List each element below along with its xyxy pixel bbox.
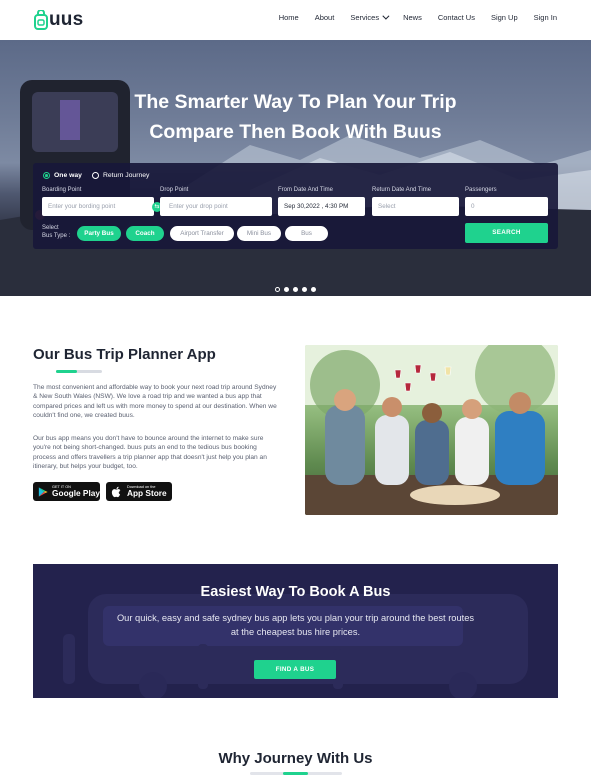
google-play-text: GET IT ON Google Play [52,485,100,499]
return-date-label: Return Date And Time [372,187,432,193]
search-panel: One way Return Journey Boarding Point En… [33,163,558,249]
google-play-big-text: Google Play [52,488,100,499]
bus-type-chip-coach[interactable]: Coach [126,226,164,241]
return-date-input[interactable]: Select [372,197,459,216]
chevron-down-icon [382,12,390,20]
slider-dot[interactable] [311,287,316,292]
slider-dot[interactable] [293,287,298,292]
bus-type-label-line-1: Select [42,225,59,231]
slider-dot-current[interactable] [275,287,280,292]
nav-contact[interactable]: Contact Us [438,13,475,22]
slider-dots [275,287,316,292]
app-paragraph-2: Our bus app means you don't have to boun… [33,435,267,470]
google-play-button[interactable]: GET IT ON Google Play [33,482,100,501]
radio-checked-icon [43,172,50,179]
slider-dot[interactable] [284,287,289,292]
trip-option-label: One way [54,172,82,179]
radio-unchecked-icon [91,172,99,179]
boarding-label: Boarding Point [42,187,82,193]
main-nav: Home About Services News Contact Us Sign… [263,12,557,22]
search-button[interactable]: SEARCH [465,223,548,243]
apple-icon [111,486,121,497]
from-date-input[interactable]: Sep 30,2022 , 4:30 PM [278,197,365,216]
drop-input[interactable]: Enter your drop point [160,197,272,216]
logo-text: uus [49,9,84,30]
passengers-label: Passengers [465,187,497,193]
bus-type-chip-mini-bus[interactable]: Mini Bus [237,226,281,241]
app-store-big-text: App Store [127,488,167,499]
cta-text-line-2: at the cheapest bus hire prices. [230,626,361,637]
nav-about[interactable]: About [315,13,335,22]
drop-label: Drop Point [160,187,189,193]
trip-type-options: One way Return Journey [43,172,149,179]
find-a-bus-button[interactable]: FIND A BUS [254,660,336,679]
bus-type-label: Select Bus Type : [42,225,70,240]
why-section-title: Why Journey With Us [218,750,373,767]
logo[interactable]: uus [34,9,83,31]
trip-option-return[interactable]: Return Journey [91,172,150,179]
cta-text-line-1: Our quick, easy and safe sydney bus app … [116,613,475,623]
app-store-text: Download on the App Store [127,485,167,499]
cta-text: Our quick, easy and safe sydney bus app … [33,612,558,639]
slider-dot[interactable] [302,287,307,292]
hero-title: The Smarter Way To Plan Your Trip Compar… [0,87,591,147]
app-paragraph-1: The most convenient and affordable way t… [33,384,277,419]
bus-type-chip-airport-transfer[interactable]: Airport Transfer [170,226,234,241]
nav-news[interactable]: News [403,13,422,22]
nav-sign-in[interactable]: Sign In [534,13,557,22]
bus-type-chip-bus[interactable]: Bus [285,226,328,241]
nav-services[interactable]: Services [350,12,390,22]
google-play-icon [38,486,48,497]
passengers-input[interactable]: 0 [465,197,548,216]
friends-toast-photo [305,345,558,515]
trip-option-one-way[interactable]: One way [43,172,82,179]
nav-services-label: Services [350,13,380,22]
friends-toast-illustration [305,345,558,515]
bus-type-chip-party-bus[interactable]: Party Bus [77,226,121,241]
app-store-button[interactable]: Download on the App Store [106,482,172,501]
hero-title-line-1: The Smarter Way To Plan Your Trip [134,91,457,113]
app-section-title: Our Bus Trip Planner App [33,346,216,363]
cta-banner: Easiest Way To Book A Bus Our quick, eas… [33,564,558,698]
site-header: uus Home About Services News Contact Us … [0,0,591,40]
cta-title: Easiest Way To Book A Bus [200,584,391,600]
bus-type-label-line-2: Bus Type : [42,232,71,239]
trip-option-label: Return Journey [102,172,150,179]
nav-home[interactable]: Home [279,13,299,22]
logo-bag-icon [34,10,48,30]
title-underline [56,370,102,373]
from-date-label: From Date And Time [278,187,334,193]
nav-sign-up[interactable]: Sign Up [491,13,518,22]
hero-title-line-2: Compare Then Book With Buus [149,121,442,143]
boarding-input[interactable]: Enter your bording point [42,197,154,216]
